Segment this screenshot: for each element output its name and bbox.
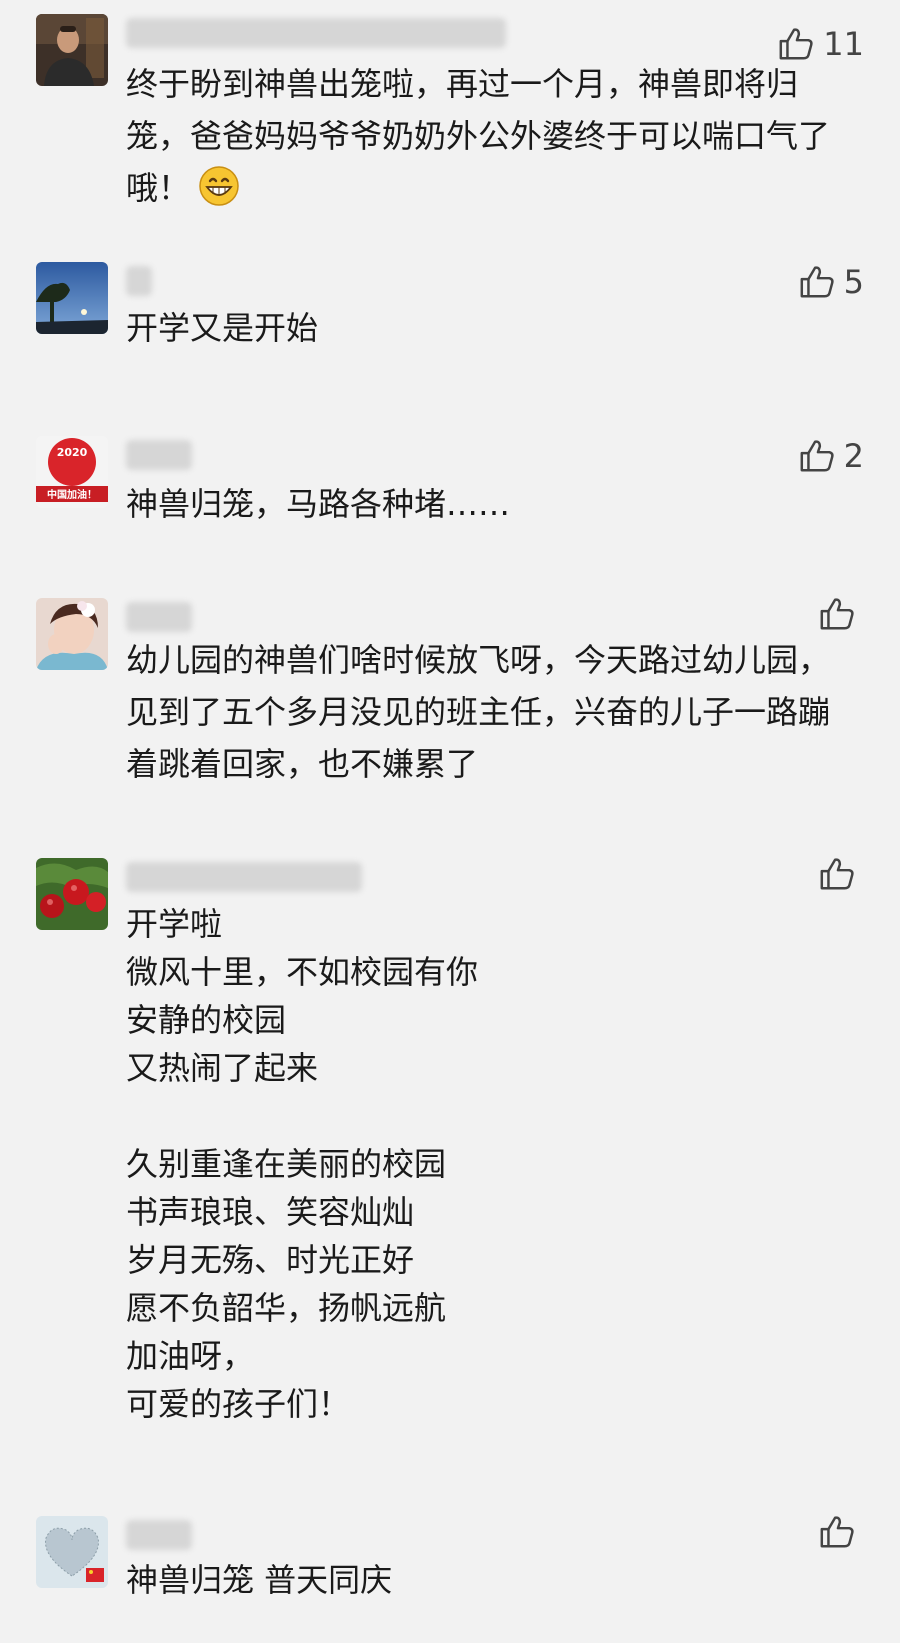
comment-text: 开学啦 微风十里，不如校园有你 安静的校园 又热闹了起来 久别重逢在美丽的校园 … [126,905,479,1423]
comment-text: 终于盼到神兽出笼啦，再过一个月，神兽即将归笼，爸爸妈妈爷爷奶奶外公外婆终于可以喘… [126,58,850,214]
username[interactable] [126,266,152,296]
comment-text: 神兽归笼，马路各种堵…… [126,485,511,523]
avatar[interactable] [36,262,108,334]
thumbs-up-icon [818,855,856,893]
avatar[interactable] [36,14,108,86]
like-button[interactable]: 2 [798,436,864,476]
thumbs-up-icon [798,437,836,475]
avatar[interactable] [36,1516,108,1588]
comment-item: 神兽归笼 普天同庆 [0,1516,900,1616]
like-button[interactable] [818,594,864,634]
comment-text: 开学又是开始 [126,309,319,347]
username[interactable] [126,440,192,470]
like-count: 2 [843,437,864,475]
username[interactable] [126,1520,192,1550]
comment-item: 2020 中国加油！ 2 神兽归笼，马路各种堵…… [0,436,900,536]
like-button[interactable] [818,1512,864,1552]
username[interactable] [126,18,506,48]
username[interactable] [126,602,192,632]
thumbs-up-icon [798,263,836,301]
grinning-face-icon [198,165,240,207]
username[interactable] [126,862,362,892]
thumbs-up-icon [818,595,856,633]
avatar[interactable]: 2020 中国加油！ [36,436,108,508]
avatar-caption-top: 2020 [57,446,88,459]
comment-item: 开学啦 微风十里，不如校园有你 安静的校园 又热闹了起来 久别重逢在美丽的校园 … [0,858,900,1438]
comment-item: 5 开学又是开始 [0,262,900,362]
comment-text: 神兽归笼 普天同庆 [126,1561,393,1599]
comment-text: 幼儿园的神兽们啥时候放飞呀，今天路过幼儿园，见到了五个多月没见的班主任，兴奋的儿… [126,641,831,783]
like-button[interactable]: 5 [798,262,864,302]
avatar-caption-bottom: 中国加油！ [47,488,97,501]
like-button[interactable] [818,854,864,894]
avatar[interactable] [36,598,108,670]
like-count: 5 [843,263,864,301]
comment-item: 幼儿园的神兽们啥时候放飞呀，今天路过幼儿园，见到了五个多月没见的班主任，兴奋的儿… [0,598,900,798]
thumbs-up-icon [818,1513,856,1551]
avatar[interactable] [36,858,108,930]
comment-item: 11 终于盼到神兽出笼啦，再过一个月，神兽即将归笼，爸爸妈妈爷爷奶奶外公外婆终于… [0,14,900,214]
